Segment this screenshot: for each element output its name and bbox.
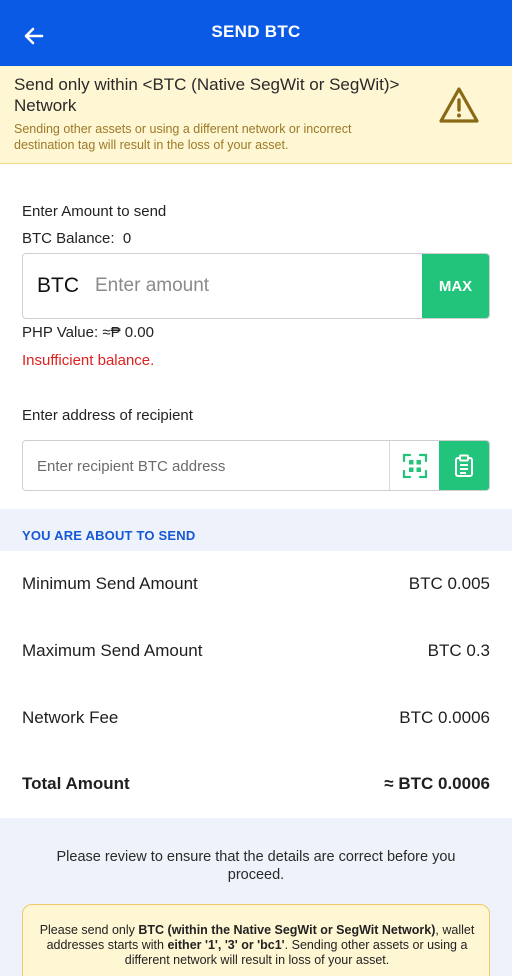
app-bar: SEND BTC xyxy=(0,0,512,66)
warning-triangle-icon xyxy=(439,87,479,123)
scan-qr-button[interactable] xyxy=(389,441,440,490)
paste-address-button[interactable] xyxy=(439,441,489,490)
clipboard-icon xyxy=(455,454,473,477)
total-amount-value: ≈ BTC 0.0006 xyxy=(384,774,490,793)
send-notice-card: Please send only BTC (within the Native … xyxy=(22,904,490,976)
send-notice-text: Please send only BTC (within the Native … xyxy=(37,923,477,968)
amount-currency-label: BTC xyxy=(37,274,79,297)
review-notice: Please review to ensure that the details… xyxy=(56,849,456,883)
network-fee-label: Network Fee xyxy=(22,708,119,727)
max-send-value: BTC 0.3 xyxy=(427,641,490,660)
php-value-label: PHP Value: xyxy=(22,324,99,341)
qr-scan-icon xyxy=(402,453,428,478)
notice-prefixes: either '1', '3' or 'bc1' xyxy=(167,938,285,952)
min-send-value: BTC 0.005 xyxy=(408,574,490,593)
recipient-address-input[interactable] xyxy=(37,451,377,481)
max-send-label: Maximum Send Amount xyxy=(22,641,203,660)
warning-subtitle: Sending other assets or using a differen… xyxy=(14,122,352,152)
network-warning-banner: Send only within <BTC (Native SegWit or … xyxy=(0,66,512,164)
amount-field: BTC MAX xyxy=(22,253,490,319)
recipient-address-field xyxy=(22,440,490,491)
btc-balance-value: 0 xyxy=(122,230,132,247)
php-value-amount: ≈₱ 0.00 xyxy=(102,324,154,341)
amount-input[interactable] xyxy=(95,268,415,304)
recipient-section-label: Enter address of recipient xyxy=(22,407,193,424)
footer-panel: Please review to ensure that the details… xyxy=(0,818,512,976)
warning-title: Send only within <BTC (Native SegWit or … xyxy=(14,75,400,115)
summary-header-label: YOU ARE ABOUT TO SEND xyxy=(22,528,196,543)
max-button[interactable]: MAX xyxy=(422,254,489,318)
notice-network: BTC (within the Native SegWit or SegWit … xyxy=(138,923,436,937)
summary-section-header: YOU ARE ABOUT TO SEND xyxy=(0,509,512,551)
amount-section-label: Enter Amount to send xyxy=(22,203,167,220)
insufficient-balance-error: Insufficient balance. xyxy=(22,352,155,369)
min-send-label: Minimum Send Amount xyxy=(22,574,198,593)
network-fee-value: BTC 0.0006 xyxy=(399,708,490,727)
total-amount-label: Total Amount xyxy=(22,774,130,793)
btc-balance-label: BTC Balance: xyxy=(22,230,115,247)
notice-part-1: Please send only xyxy=(39,923,139,937)
page-title: SEND BTC xyxy=(211,22,301,41)
btc-balance: BTC Balance: 0 xyxy=(22,230,131,247)
php-value: PHP Value: ≈₱ 0.00 xyxy=(22,324,154,341)
